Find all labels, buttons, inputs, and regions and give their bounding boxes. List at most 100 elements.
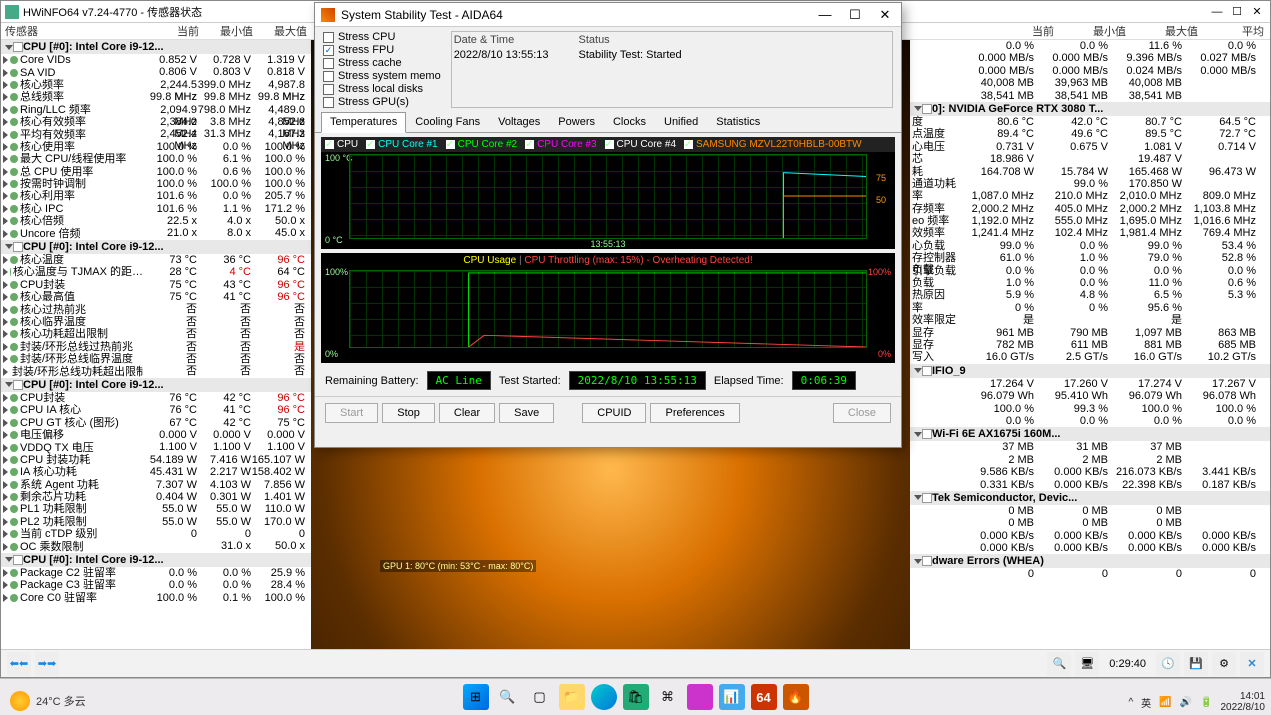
stress-fpu-checkbox[interactable]: ✓Stress FPU [323,44,441,56]
sensor-row[interactable]: 0.000 MB/s0.000 MB/s9.396 MB/s0.027 MB/s [910,52,1270,64]
sensor-row[interactable]: 9.586 KB/s0.000 KB/s216.073 KB/s3.441 KB… [910,466,1270,478]
sensor-row[interactable]: 通道功耗99.0 %170.850 W [910,178,1270,190]
sensor-row[interactable]: IA 核心功耗45.431 W2.217 W158.402 W [1,466,311,478]
sensor-row[interactable]: 系统 Agent 功耗7.307 W4.103 W7.856 W [1,479,311,491]
start-button[interactable]: ⊞ [463,684,489,710]
sensor-row[interactable]: 显存961 MB790 MB1,097 MB863 MB [910,327,1270,339]
sensor-row[interactable]: Package C3 驻留率0.0 %0.0 %28.4 % [1,579,311,591]
store-icon[interactable]: 🛍 [623,684,649,710]
sensor-row[interactable]: 负载1.0 %0.0 %11.0 %0.6 % [910,277,1270,289]
tab-powers[interactable]: Powers [549,112,604,132]
minimize-button[interactable]: — [1208,3,1226,21]
close-app-icon[interactable]: ✕ [1240,652,1264,676]
col-current-r[interactable]: 当前 [982,23,1054,39]
sensor-row[interactable]: 核心过热前兆否否否 [1,303,311,315]
volume-icon[interactable]: 🔊 [1180,697,1192,708]
maximize-button[interactable]: ☐ [1228,3,1246,21]
gear-icon[interactable]: ⚙ [1212,652,1236,676]
tab-voltages[interactable]: Voltages [489,112,549,132]
sensor-row[interactable]: 0.0 %0.0 %11.6 %0.0 % [910,40,1270,52]
aida-titlebar[interactable]: System Stability Test - AIDA64 — ☐ ✕ [315,3,901,27]
sensor-row[interactable]: 心电压0.731 V0.675 V1.081 V0.714 V [910,141,1270,153]
sensor-row[interactable]: CPU封装76 °C42 °C96 °C [1,392,311,404]
sensor-row[interactable]: CPU封装75 °C43 °C96 °C [1,279,311,291]
sensor-row[interactable]: Core C0 驻留率100.0 %0.1 %100.0 % [1,592,311,604]
sensor-row[interactable]: 核心温度与 TJMAX 的距…28 °C4 °C64 °C [1,266,311,278]
sensor-row[interactable]: 芯18.986 V19.487 V [910,153,1270,165]
sensor-group[interactable]: CPU [#0]: Intel Core i9-12... [1,240,311,254]
sensor-row[interactable]: 核心利用率101.6 %0.0 %205.7 % [1,190,311,202]
sensor-group[interactable]: CPU [#0]: Intel Core i9-12... [1,40,311,54]
sensor-row[interactable]: 封装/环形总线功耗超出限制否否否 [1,365,311,377]
stress-gpu-checkbox[interactable]: Stress GPU(s) [323,96,441,108]
app-icon-1[interactable] [687,684,713,710]
col-current[interactable]: 当前 [145,23,199,39]
clear-button[interactable]: Clear [439,403,495,423]
col-max[interactable]: 最大值 [253,23,307,39]
sensor-row[interactable]: 热原因5.9 %4.8 %6.5 %5.3 % [910,289,1270,301]
save-button[interactable]: Save [499,403,554,423]
weather-widget[interactable]: 24°C 多云 [10,691,86,711]
sensor-group[interactable]: CPU [#0]: Intel Core i9-12... [1,553,311,567]
col-min-r[interactable]: 最小值 [1054,23,1126,39]
arrow-left-icon[interactable]: ⬅⬅ [7,652,31,676]
sensor-row[interactable]: 心负载99.0 %0.0 %99.0 %53.4 % [910,240,1270,252]
legend-cpu[interactable]: ✓CPU [325,139,358,150]
sensor-row[interactable]: CPU IA 核心76 °C41 °C96 °C [1,404,311,416]
sensor-row[interactable]: 率1,087.0 MHz210.0 MHz2,010.0 MHz809.0 MH… [910,190,1270,202]
furmark-icon[interactable]: 🔥 [783,684,809,710]
legend-core1[interactable]: ✓CPU Core #1 [366,139,437,150]
sensor-row[interactable]: OC 乘数限制31.0 x50.0 x [1,540,311,552]
sensor-row[interactable]: 40,008 MB39,963 MB40,008 MB [910,77,1270,89]
sensor-row[interactable]: 度80.6 °C42.0 °C80.7 °C64.5 °C [910,116,1270,128]
sensor-group[interactable]: Tek Semiconductor, Devic... [910,491,1270,505]
sensor-row[interactable]: 按需时钟调制100.0 %100.0 %100.0 % [1,178,311,190]
legend-samsung[interactable]: ✓SAMSUNG MZVL22T0HBLB-00BTW [684,139,862,150]
sensor-row[interactable]: 电压偏移0.000 V0.000 V0.000 V [1,429,311,441]
sensor-row[interactable]: 38,541 MB38,541 MB38,541 MB [910,90,1270,102]
save-icon[interactable]: 💾 [1184,652,1208,676]
wifi-icon[interactable]: 📶 [1159,697,1171,708]
legend-core3[interactable]: ✓CPU Core #3 [525,139,596,150]
sensor-row[interactable]: 剩余芯片功耗0.404 W0.301 W1.401 W [1,491,311,503]
sensor-row[interactable]: 2 MB2 MB2 MB [910,454,1270,466]
sensor-row[interactable]: 点温度89.4 °C49.6 °C89.5 °C72.7 °C [910,128,1270,140]
tab-temperatures[interactable]: Temperatures [321,112,406,133]
sensor-row[interactable]: 96.079 Wh95.410 Wh96.079 Wh96.078 Wh [910,390,1270,402]
clock-icon[interactable]: 🕓 [1156,652,1180,676]
close-button-aida[interactable]: Close [833,403,891,423]
monitor-icon[interactable]: 🖥 [1075,652,1099,676]
minimize-button[interactable]: — [815,5,835,25]
sensor-row[interactable]: 0 MB0 MB0 MB [910,517,1270,529]
sensor-row[interactable]: 核心频率2,244.5 MHz399.0 MHz4,987.8 MHz [1,79,311,91]
taskview-icon[interactable]: ▢ [527,684,553,710]
sensor-row[interactable]: 效率限定是是 [910,314,1270,326]
sensor-row[interactable]: Package C2 驻留率0.0 %0.0 %25.9 % [1,567,311,579]
sensor-row[interactable]: 当前 cTDP 级别000 [1,528,311,540]
sensor-row[interactable]: 引擎负载0.0 %0.0 %0.0 %0.0 % [910,265,1270,277]
sensor-row[interactable]: 0.331 KB/s0.000 KB/s22.398 KB/s0.187 KB/… [910,479,1270,491]
sensor-row[interactable]: PL2 功耗限制55.0 W55.0 W170.0 W [1,516,311,528]
xbox-icon[interactable]: ⌘ [655,684,681,710]
sensor-row[interactable]: 效频率1,241.4 MHz102.4 MHz1,981.4 MHz769.4 … [910,227,1270,239]
ime-indicator[interactable]: 英 [1141,695,1151,710]
sensor-row[interactable]: 0.0 %0.0 %0.0 %0.0 % [910,415,1270,427]
search-icon[interactable]: 🔍 [495,684,521,710]
clock-date[interactable]: 2022/8/10 [1221,702,1266,713]
sensor-group[interactable]: 0]: NVIDIA GeForce RTX 3080 T... [910,102,1270,116]
col-min[interactable]: 最小值 [199,23,253,39]
explorer-icon[interactable]: 📁 [559,684,585,710]
sensor-row[interactable]: 0 MB0 MB0 MB [910,505,1270,517]
sensor-row[interactable]: 率0 %0 %95.6 % [910,302,1270,314]
sensor-row[interactable]: 37 MB31 MB37 MB [910,441,1270,453]
sensor-row[interactable]: 0.000 KB/s0.000 KB/s0.000 KB/s0.000 KB/s [910,530,1270,542]
cpuid-button[interactable]: CPUID [582,403,646,423]
search-icon[interactable]: 🔍 [1047,652,1071,676]
sensor-group[interactable]: IFIO_9 [910,364,1270,378]
sensor-row[interactable]: CPU GT 核心 (图形)67 °C42 °C75 °C [1,417,311,429]
sensor-row[interactable]: PL1 功耗限制55.0 W55.0 W110.0 W [1,503,311,515]
arrow-right-icon[interactable]: ➡➡ [35,652,59,676]
system-tray[interactable]: ^ 英 📶 🔊 🔋 14:01 2022/8/10 [1128,691,1265,713]
col-sensor[interactable]: 传感器 [1,23,145,39]
tab-unified[interactable]: Unified [655,112,707,132]
